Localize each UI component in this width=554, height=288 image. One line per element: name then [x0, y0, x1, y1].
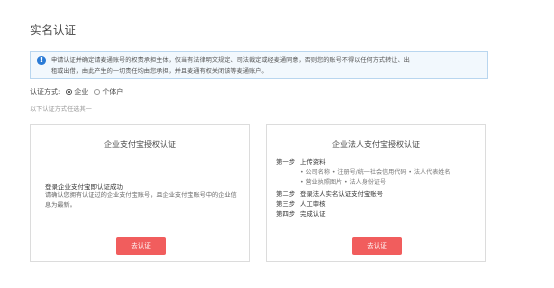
auth-type-row: 认证方式: 企业 个体户	[30, 87, 123, 97]
step-item: 第二步 登录法人实名认证支付宝账号	[276, 189, 383, 198]
legal-person-alipay-card: 企业法人支付宝授权认证 第一步 上传资料 • 公司名称 • 注册号/统一社会信用代…	[266, 124, 486, 262]
card-desc: 请确认您拥有认证过的企业支付宝账号，且企业支付宝账号中的企业信息为最新。	[45, 192, 237, 209]
card-title: 企业法人支付宝授权认证	[332, 140, 420, 149]
notice-line-1: 申请认证并确定请麦通账号的权责承担主体，仅当有法律明文规定、司法裁定或经麦通同意…	[51, 57, 410, 64]
go-verify-button[interactable]: 去认证	[352, 237, 402, 255]
step-text: 完成认证	[300, 210, 326, 218]
radio-circle-icon	[94, 89, 101, 95]
radio-enterprise[interactable]: 企业	[66, 87, 88, 97]
radio-label: 企业	[74, 88, 89, 96]
card-title: 企业支付宝授权认证	[104, 140, 176, 149]
step-sub-item: • 营业执照图片 • 法人身份证号	[300, 179, 387, 186]
step-sub-item: • 公司名称 • 注册号/统一社会信用代码 • 法人代表姓名	[300, 169, 451, 176]
notice-banner: ! 申请认证并确定请麦通账号的权责承担主体，仅当有法律明文规定、司法裁定或经麦通…	[30, 51, 488, 79]
choose-hint: 以下认证方式任选其一	[30, 106, 92, 113]
step-item: 第三步 人工审核	[276, 199, 326, 208]
step-item: 第四步 完成认证	[276, 209, 326, 218]
step-no: 第四步	[276, 210, 296, 218]
step-text: 上传资料	[300, 158, 326, 166]
info-icon: !	[37, 56, 46, 65]
notice-line-2: 租或出借，由此产生的一切责任均由您承担，并且麦通有权关闭该等麦通账户。	[51, 68, 268, 75]
step-no: 第三步	[276, 200, 296, 208]
enterprise-alipay-card: 企业支付宝授权认证 登录企业支付宝即认证成功 请确认您拥有认证过的企业支付宝账号…	[30, 124, 250, 262]
step-no: 第二步	[276, 190, 296, 198]
page-title: 实名认证	[30, 23, 76, 37]
radio-circle-icon	[66, 89, 73, 95]
step-item: 第一步 上传资料	[276, 157, 326, 166]
radio-label: 个体户	[102, 88, 124, 96]
auth-type-label: 认证方式:	[30, 88, 61, 96]
card-desc-strong: 登录企业支付宝即认证成功	[45, 183, 123, 191]
radio-individual[interactable]: 个体户	[94, 87, 123, 97]
step-text: 登录法人实名认证支付宝账号	[300, 190, 384, 198]
step-no: 第一步	[276, 158, 296, 166]
go-verify-button[interactable]: 去认证	[116, 237, 166, 255]
step-text: 人工审核	[300, 200, 326, 208]
